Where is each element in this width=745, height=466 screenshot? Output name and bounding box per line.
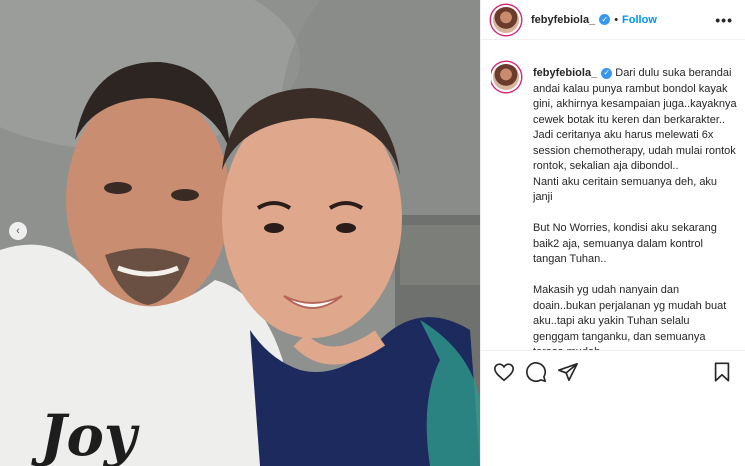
caption-area: febyfebiola_ ✓ Dari dulu suka berandai an… xyxy=(491,52,737,350)
caption-avatar[interactable] xyxy=(491,62,521,92)
share-icon[interactable] xyxy=(557,361,579,383)
more-options-icon[interactable]: ••• xyxy=(715,12,733,28)
post-panel: febyfebiola_ ✓ • Follow ••• febyfebiola_… xyxy=(480,0,745,466)
heart-icon[interactable] xyxy=(493,361,515,383)
carousel-prev-button[interactable]: ‹ xyxy=(9,222,27,240)
bookmark-icon[interactable] xyxy=(711,361,733,383)
verified-icon: ✓ xyxy=(599,14,611,25)
caption-text: febyfebiola_ ✓ Dari dulu suka berandai an… xyxy=(533,52,737,350)
post-photo[interactable]: Joy ‹ xyxy=(0,0,480,466)
action-bar xyxy=(481,350,745,392)
separator-dot: • xyxy=(614,13,619,26)
post-header: febyfebiola_ ✓ • Follow ••• xyxy=(481,0,745,40)
follow-button[interactable]: Follow xyxy=(622,14,657,26)
caption-body: Dari dulu suka berandai andai kalau puny… xyxy=(533,67,737,350)
selfie-image: Joy xyxy=(0,0,480,466)
shirt-text: Joy xyxy=(31,403,140,466)
avatar[interactable] xyxy=(491,4,521,35)
caption-username[interactable]: febyfebiola_ xyxy=(533,67,597,79)
chevron-left-icon: ‹ xyxy=(16,225,20,237)
comment-icon[interactable] xyxy=(525,361,547,383)
caption-verified-icon: ✓ xyxy=(601,67,613,79)
svg-text:Joy: Joy xyxy=(31,403,140,466)
author-username[interactable]: febyfebiola_ xyxy=(531,14,595,26)
